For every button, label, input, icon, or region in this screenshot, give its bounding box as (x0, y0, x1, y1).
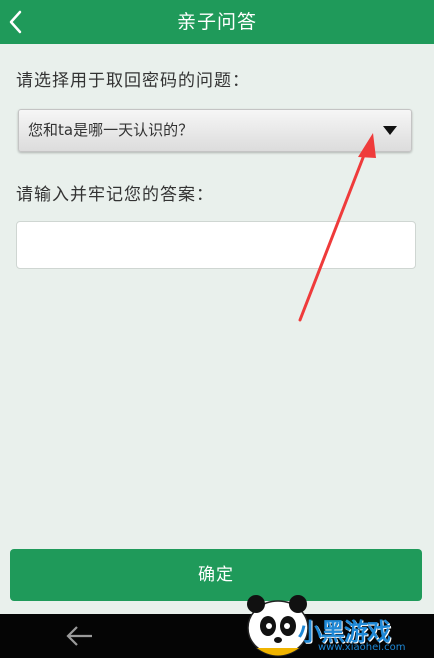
page-title: 亲子问答 (176, 11, 257, 33)
question-label: 请选择用于取回密码的问题： (16, 71, 250, 91)
arrow-left-icon (66, 626, 92, 646)
nav-back-button[interactable] (60, 622, 100, 650)
answer-input[interactable] (16, 221, 416, 269)
confirm-button[interactable]: 确定 (10, 549, 422, 601)
question-selected-value: 您和ta是哪一天认识的？ (28, 121, 194, 139)
top-bar: 亲子问答 (0, 0, 434, 44)
watermark-url: www.xiaohei.com (318, 642, 406, 653)
question-select[interactable]: 您和ta是哪一天认识的？ (18, 109, 412, 152)
caret-down-icon (383, 126, 397, 135)
answer-label: 请输入并牢记您的答案： (16, 185, 214, 205)
